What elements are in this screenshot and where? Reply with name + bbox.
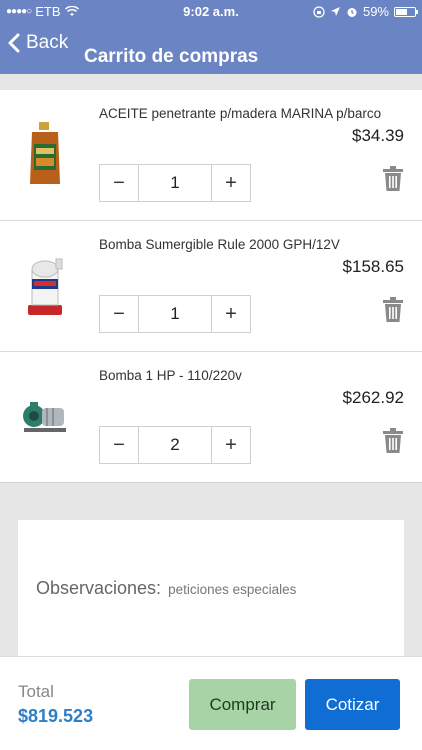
product-price: $158.65 bbox=[342, 257, 404, 276]
cart-item: ACEITE penetrante p/madera MARINA p/barc… bbox=[0, 90, 422, 221]
nav-bar: Back Carrito de compras bbox=[0, 24, 422, 74]
cart-item: Bomba 1 HP - 110/220v $262.92 − 2 + bbox=[0, 352, 422, 483]
product-price: $262.92 bbox=[342, 388, 404, 407]
observations-row: Observaciones: peticiones especiales bbox=[36, 578, 296, 599]
quote-button[interactable]: Cotizar bbox=[305, 679, 400, 730]
quantity-stepper: − 1 + bbox=[99, 164, 251, 202]
decrement-button[interactable]: − bbox=[100, 427, 138, 463]
cart-item: Bomba Sumergible Rule 2000 GPH/12V $158.… bbox=[0, 221, 422, 352]
product-name: ACEITE penetrante p/madera MARINA p/barc… bbox=[99, 106, 382, 121]
quantity-value: 1 bbox=[138, 165, 212, 201]
trash-icon[interactable] bbox=[382, 428, 404, 454]
battery-icon bbox=[394, 6, 418, 17]
status-right: 59% bbox=[313, 4, 418, 19]
trash-icon[interactable] bbox=[382, 297, 404, 323]
observations-input[interactable]: peticiones especiales bbox=[168, 582, 296, 597]
buy-button[interactable]: Comprar bbox=[189, 679, 296, 730]
checkout-footer: Total $819.523 Comprar Cotizar bbox=[0, 656, 422, 750]
increment-button[interactable]: + bbox=[212, 165, 250, 201]
product-name: Bomba Sumergible Rule 2000 GPH/12V bbox=[99, 237, 340, 252]
battery-fill bbox=[396, 8, 407, 15]
app-header: ●●●●○ ETB 9:02 a.m. 59% Back Carrito de … bbox=[0, 0, 422, 74]
quantity-value: 2 bbox=[138, 427, 212, 463]
total-value: $819.523 bbox=[18, 706, 94, 726]
product-price: $34.39 bbox=[352, 126, 404, 145]
decrement-button[interactable]: − bbox=[100, 296, 138, 332]
rotation-lock-icon bbox=[313, 5, 325, 18]
observations-card: Observaciones: peticiones especiales bbox=[18, 520, 404, 660]
chevron-left-icon bbox=[8, 33, 20, 53]
back-button[interactable]: Back bbox=[8, 32, 68, 54]
quantity-stepper: − 1 + bbox=[99, 295, 251, 333]
oil-bottle-icon bbox=[30, 122, 60, 184]
status-bar: ●●●●○ ETB 9:02 a.m. 59% bbox=[0, 0, 422, 24]
back-label: Back bbox=[26, 32, 69, 53]
observations-label: Observaciones: bbox=[36, 578, 162, 598]
quantity-stepper: − 2 + bbox=[99, 426, 251, 464]
location-icon bbox=[330, 7, 340, 16]
total-label: Total bbox=[18, 682, 54, 701]
cart-list: ACEITE penetrante p/madera MARINA p/barc… bbox=[0, 90, 422, 483]
quantity-value: 1 bbox=[138, 296, 212, 332]
bilge-pump-icon bbox=[28, 258, 63, 315]
increment-button[interactable]: + bbox=[212, 296, 250, 332]
decrement-button[interactable]: − bbox=[100, 165, 138, 201]
increment-button[interactable]: + bbox=[212, 427, 250, 463]
battery-percent: 59% bbox=[362, 4, 389, 19]
product-name: Bomba 1 HP - 110/220v bbox=[99, 368, 242, 383]
water-pump-icon bbox=[23, 402, 66, 432]
page-title: Carrito de compras bbox=[84, 46, 259, 67]
alarm-icon bbox=[347, 7, 357, 17]
trash-icon[interactable] bbox=[382, 166, 404, 192]
